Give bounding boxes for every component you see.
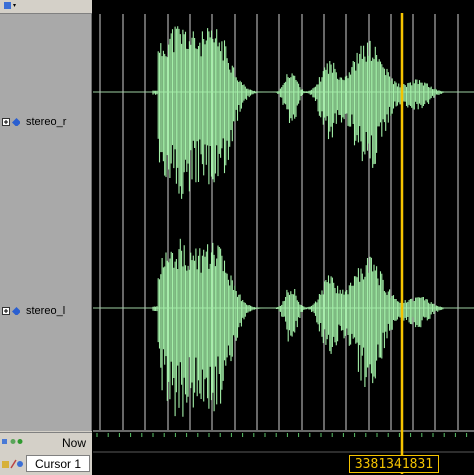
signal-name-list: stereo_r stereo_l (0, 14, 92, 431)
cursor-tool-icon[interactable] (2, 458, 24, 470)
now-label: Now (61, 436, 86, 450)
signal-label-stereo-l: stereo_l (26, 305, 66, 317)
expand-icon[interactable] (2, 118, 10, 126)
expand-icon[interactable] (2, 307, 10, 315)
analog-signal-icon (12, 118, 20, 126)
waveform-stereo-r (93, 26, 474, 199)
signal-list-header (0, 0, 92, 14)
signal-row-stereo-r[interactable]: stereo_r (2, 114, 66, 130)
signal-row-stereo-l[interactable]: stereo_l (2, 303, 65, 319)
waveform-view[interactable] (93, 0, 474, 474)
signal-label-stereo-r: stereo_r (26, 116, 67, 128)
waveform-stereo-l (93, 238, 474, 417)
hierarchy-icon[interactable] (3, 1, 17, 11)
signal-list-pane: stereo_r stereo_l Now Cursor 1 (0, 0, 92, 475)
cursor-name-field[interactable]: Cursor 1 (26, 455, 90, 472)
cursor-time-value: 3381341831 (349, 455, 439, 473)
toolbar-icons[interactable] (2, 437, 26, 447)
analog-signal-icon (12, 307, 20, 315)
time-ruler (93, 430, 474, 453)
timeline-controls: Now Cursor 1 (0, 432, 92, 475)
